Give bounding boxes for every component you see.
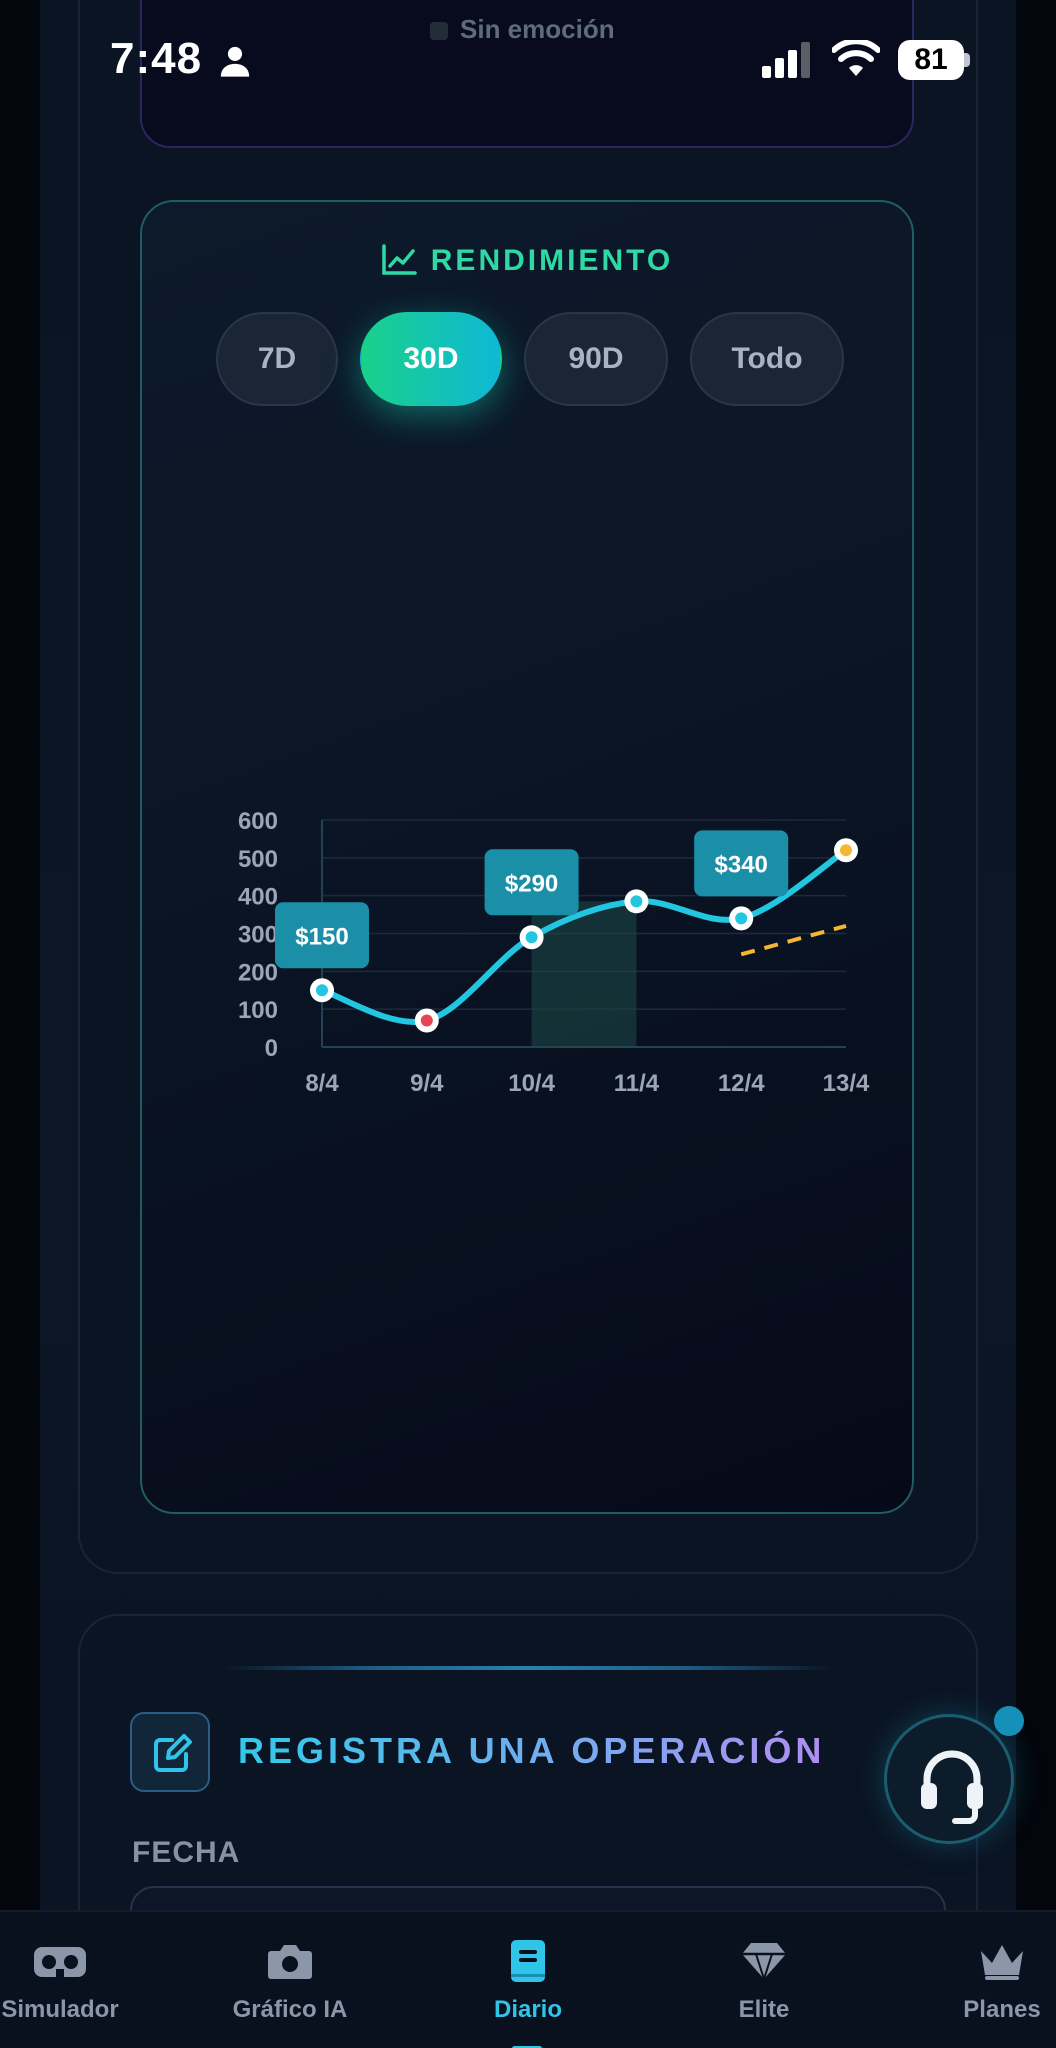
bottom-nav: Simulador Gráfico IA Diario Elite Planes <box>0 1910 1056 2048</box>
y-tick-label: 300 <box>238 922 278 949</box>
edit-icon <box>154 1734 192 1772</box>
emotion-label: Sin emoción <box>460 14 615 44</box>
crown-icon <box>981 1945 1023 1980</box>
data-point-core <box>630 895 643 908</box>
data-label: $290 <box>505 870 558 897</box>
battery-level: 81 <box>914 43 948 76</box>
data-label: $150 <box>295 923 348 950</box>
x-tick-label: 12/4 <box>718 1070 765 1097</box>
status-bar: Sin emoción 7:48 81 <box>0 0 1056 120</box>
vr-headset-icon <box>34 1947 86 1977</box>
nav-label-grafico-ia: Gráfico IA <box>232 1996 348 2023</box>
data-point-core <box>735 912 748 925</box>
clock: 7:48 <box>110 34 203 83</box>
x-tick-label: 9/4 <box>410 1070 444 1097</box>
x-tick-label: 10/4 <box>508 1070 555 1097</box>
nav-item-elite[interactable]: Elite <box>674 1938 854 2024</box>
performance-chart: 600 500 400 300 200 100 0 $150 $290 $340 8/4 9/4 10/… <box>238 808 870 1097</box>
battery-tip <box>964 53 970 67</box>
x-tick-label: 11/4 <box>614 1070 660 1097</box>
data-point-core <box>840 844 852 857</box>
y-tick-label: 500 <box>238 846 278 873</box>
diamond-icon <box>742 1943 786 1981</box>
nav-item-simulador[interactable]: Simulador <box>0 1938 150 2024</box>
highlight-band <box>531 901 637 1047</box>
nav-item-planes[interactable]: Planes <box>912 1938 1056 2024</box>
nav-label-simulador: Simulador <box>1 1996 119 2023</box>
book-icon <box>511 1940 545 1982</box>
support-button[interactable] <box>884 1714 1014 1844</box>
y-tick-label: 600 <box>238 808 278 835</box>
emotion-checkbox[interactable] <box>430 22 448 40</box>
edit-button[interactable] <box>130 1712 210 1792</box>
person-icon <box>220 46 250 77</box>
notification-dot <box>994 1706 1024 1736</box>
y-tick-label: 400 <box>238 884 278 911</box>
trend-line <box>740 924 847 957</box>
nav-item-diario[interactable]: Diario <box>438 1938 618 2048</box>
nav-label-elite: Elite <box>738 1996 790 2023</box>
emotion-tag: Sin emoción <box>430 14 615 45</box>
data-point-core <box>316 984 328 997</box>
nav-item-grafico-ia[interactable]: Gráfico IA <box>200 1938 380 2024</box>
right-edge <box>1016 0 1056 2048</box>
y-tick-label: 200 <box>238 959 278 986</box>
x-tick-label: 13/4 <box>823 1070 870 1097</box>
battery-indicator: 81 <box>898 40 970 80</box>
date-label: FECHA <box>132 1836 241 1869</box>
nav-label-diario: Diario <box>493 1996 562 2023</box>
cellular-signal-icon <box>762 42 810 78</box>
nav-label-planes: Planes <box>963 1996 1041 2023</box>
data-point-core <box>525 931 538 944</box>
performance-card: RENDIMIENTO 7D 30D 90D Todo 600 500 400 300… <box>140 200 914 1514</box>
data-label: $340 <box>715 851 768 878</box>
camera-icon <box>268 1945 312 1979</box>
glow-divider <box>220 1666 836 1670</box>
data-point-core <box>420 1014 433 1027</box>
y-tick-label: 0 <box>265 1035 278 1062</box>
y-tick-label: 100 <box>238 997 278 1024</box>
headset-icon <box>921 1750 983 1824</box>
x-tick-label: 8/4 <box>305 1070 339 1097</box>
register-title: REGISTRA UNA OPERACIÓN <box>238 1730 826 1771</box>
wifi-icon <box>832 40 880 76</box>
left-edge <box>0 0 40 2048</box>
